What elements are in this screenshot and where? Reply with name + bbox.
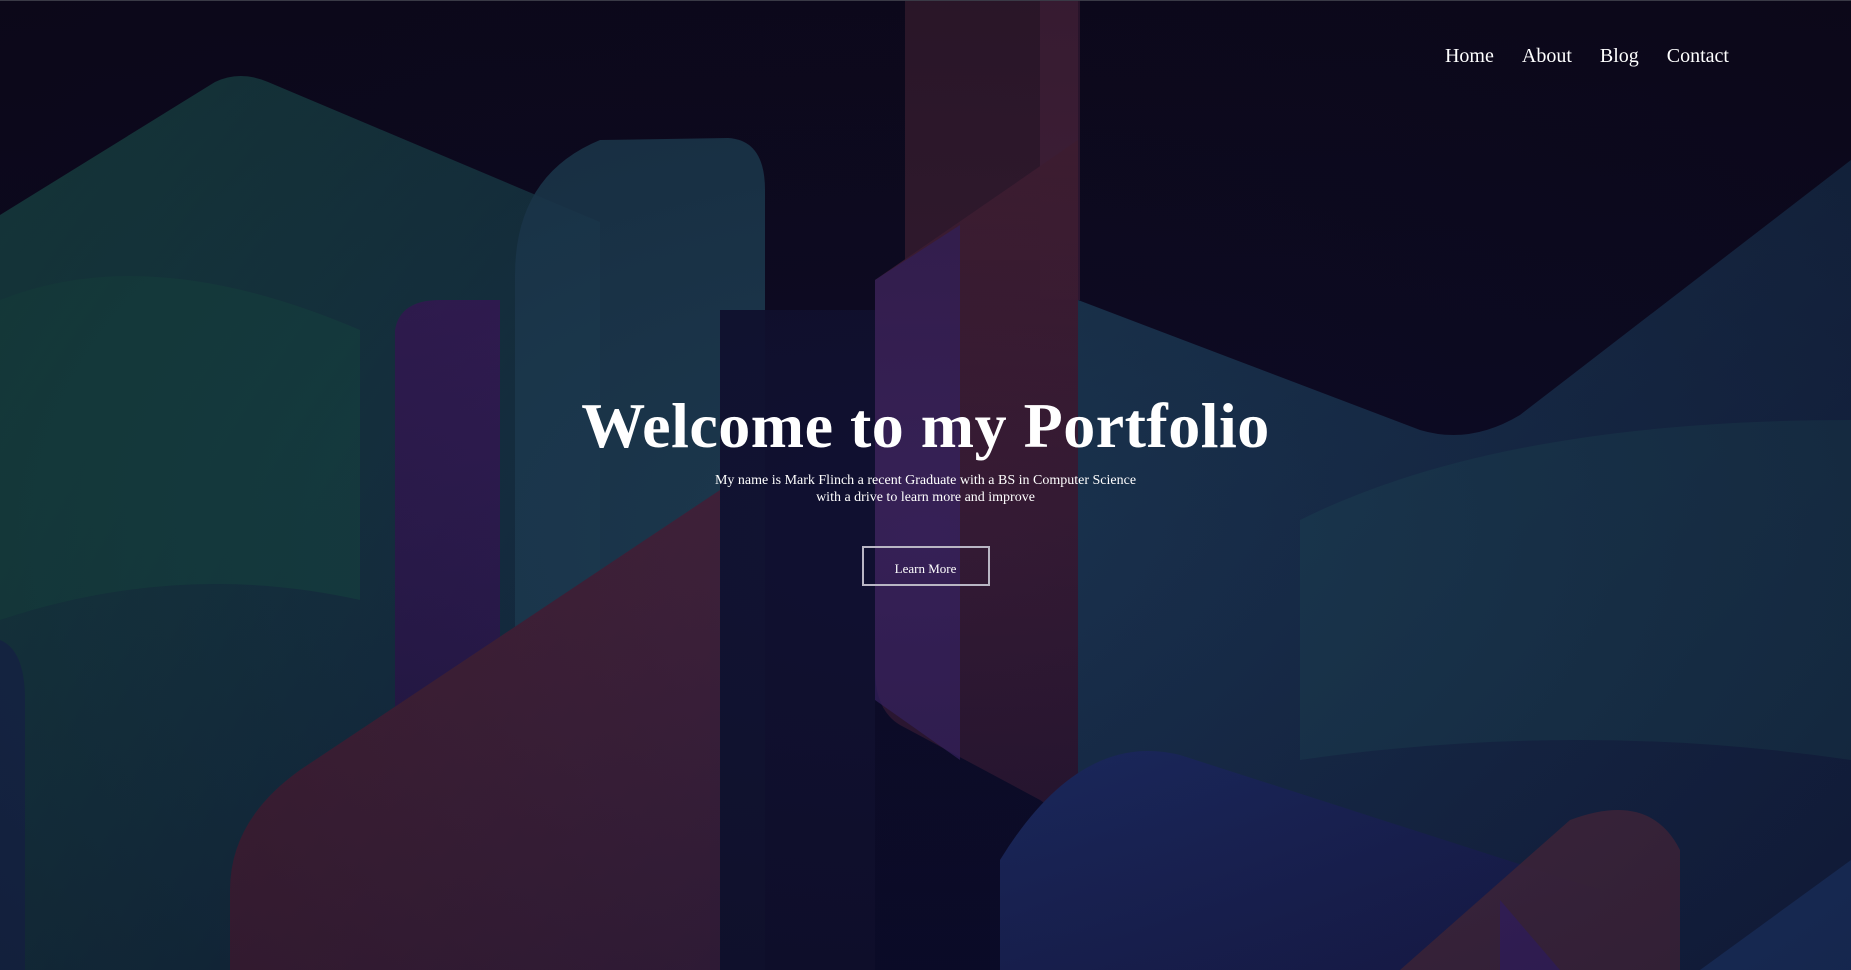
hero-subtitle-line2: with a drive to learn more and improve	[816, 490, 1035, 505]
learn-more-button[interactable]: Learn More	[861, 546, 990, 586]
nav-contact-link[interactable]: Contact	[1667, 44, 1729, 68]
hero-title: Welcome to my Portfolio	[581, 390, 1270, 461]
hero-content: Welcome to my Portfolio My name is Mark …	[0, 388, 1851, 586]
nav-about-link[interactable]: About	[1522, 44, 1572, 68]
top-border	[0, 0, 1851, 1]
nav-home-link[interactable]: Home	[1445, 44, 1494, 68]
hero-subtitle: My name is Mark Flinch a recent Graduate…	[696, 472, 1156, 506]
hero-subtitle-line1: My name is Mark Flinch a recent Graduate…	[714, 473, 1137, 488]
hero-section: Home About Blog Contact Welcome to my Po…	[0, 0, 1851, 970]
nav-blog-link[interactable]: Blog	[1600, 44, 1639, 68]
main-nav: Home About Blog Contact	[1445, 44, 1729, 68]
